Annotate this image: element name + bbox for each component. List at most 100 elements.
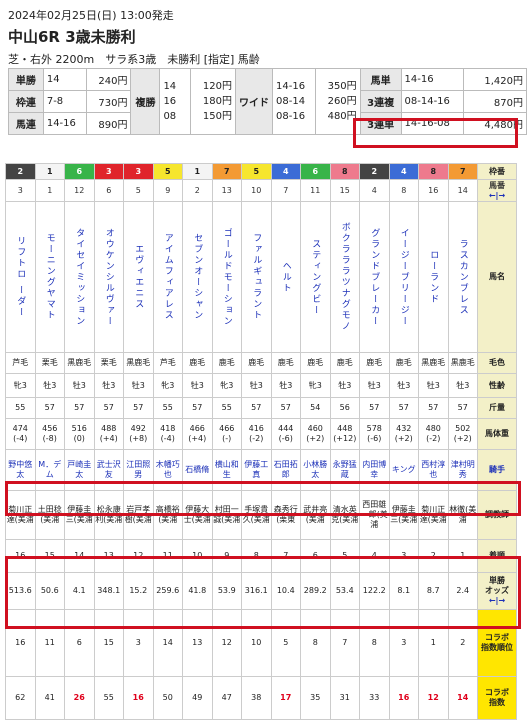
jockey-name[interactable]: 木幡巧也	[152, 449, 183, 491]
horse-name[interactable]: タイセイミッション	[64, 201, 95, 353]
jockey-name[interactable]: 伊藤工真	[241, 449, 272, 491]
horse-name[interactable]: ファルギュラント	[241, 201, 272, 353]
horse-number: 2	[182, 179, 213, 202]
coat-color: 芦毛	[5, 352, 36, 374]
odds-sort-arrows[interactable]: ←|→	[479, 596, 516, 606]
label-collab-rank: コラボ 指数順位	[477, 609, 517, 677]
trainer-name: 清水英克(美浦	[329, 490, 360, 540]
finish-position: 16	[5, 539, 36, 573]
collab-score: 49	[182, 676, 213, 720]
trainer-name: 村田一誠(美浦	[211, 490, 242, 540]
trainer-name: 武井亮(美浦	[300, 490, 331, 540]
horse-name[interactable]: スティングビー	[300, 201, 331, 353]
coat-color: 栗毛	[93, 352, 124, 374]
body-weight: 444 (-6)	[270, 418, 301, 450]
waku-number: 5	[152, 163, 183, 180]
collab-rank: 3	[388, 609, 419, 677]
jockey-name[interactable]: 内田博幸	[359, 449, 390, 491]
waku-number: 1	[182, 163, 213, 180]
coat-color: 鹿毛	[300, 352, 331, 374]
carried-weight: 57	[182, 397, 213, 419]
label-weight: 斤量	[477, 397, 517, 419]
sort-arrows[interactable]: ←|→	[479, 191, 516, 201]
sex-age: 牡3	[270, 373, 301, 398]
sex-age: 牡3	[93, 373, 124, 398]
sex-age: 牡3	[64, 373, 95, 398]
collab-score: 41	[34, 676, 65, 720]
sanrentan-combo: 14-16-08	[400, 112, 465, 135]
collab-score: 14	[447, 676, 478, 720]
carried-weight: 57	[359, 397, 390, 419]
label-name: 馬名	[477, 201, 517, 353]
horse-number: 16	[418, 179, 449, 202]
label-finish: 着順	[477, 539, 517, 573]
payout-table: 単勝 14 240円 複勝 14 16 08 120円 180円 150円 ワイド 14…	[8, 68, 527, 135]
jockey-name[interactable]: 石田拓郎	[270, 449, 301, 491]
carried-weight: 57	[447, 397, 478, 419]
race-title: 中山6R 3歳未勝利	[8, 28, 136, 46]
horse-name[interactable]: リフトロ ーダー	[5, 201, 36, 353]
horse-name[interactable]: ヘルト	[270, 201, 301, 353]
horse-name[interactable]: ローランド	[418, 201, 449, 353]
horse-name[interactable]: ゴールドモーション	[211, 201, 242, 353]
sex-age: 牡3	[34, 373, 65, 398]
jockey-name[interactable]: 小林勝太	[300, 449, 331, 491]
collab-score: 47	[211, 676, 242, 720]
waku-number: 6	[64, 163, 95, 180]
carried-weight: 57	[388, 397, 419, 419]
body-weight: 480 (-2)	[418, 418, 449, 450]
horse-name[interactable]: グランドブレーカー	[359, 201, 390, 353]
win-odds: 122.2	[359, 572, 390, 610]
sex-age: 牡3	[447, 373, 478, 398]
wakuren-combo: 7-8	[42, 90, 87, 113]
finish-position: 1	[447, 539, 478, 573]
body-weight: 448 (+12)	[329, 418, 360, 450]
horse-name[interactable]: エヴィエニス	[123, 201, 154, 353]
finish-position: 5	[329, 539, 360, 573]
horse-number: 15	[329, 179, 360, 202]
collab-score: 16	[123, 676, 154, 720]
horse-name[interactable]: オウケンシルヴァー	[93, 201, 124, 353]
horse-number: 12	[64, 179, 95, 202]
fukusho-amounts: 120円 180円 150円	[190, 68, 237, 135]
jockey-name[interactable]: 横山和生	[211, 449, 242, 491]
jockey-name[interactable]: M．デム	[34, 449, 65, 491]
body-weight: 432 (+2)	[388, 418, 419, 450]
jockey-name[interactable]: 石橋脩	[182, 449, 213, 491]
horse-name[interactable]: アイムフィアレス	[152, 201, 183, 353]
sex-age: 牡3	[182, 373, 213, 398]
horse-name[interactable]: セブンオーシャン	[182, 201, 213, 353]
horse-name[interactable]: ラスカンブレス	[447, 201, 478, 353]
waku-number: 5	[241, 163, 272, 180]
win-odds: 41.8	[182, 572, 213, 610]
horse-number: 6	[93, 179, 124, 202]
coat-color: 鹿毛	[359, 352, 390, 374]
horse-name[interactable]: ボクラララツナグモノ	[329, 201, 360, 353]
coat-color: 黒鹿毛	[123, 352, 154, 374]
collab-rank: 15	[93, 609, 124, 677]
horse-name[interactable]: モーニングヤマト	[34, 201, 65, 353]
sanrenpuku-label: 3連複	[359, 90, 402, 113]
jockey-name[interactable]: 西村淳也	[418, 449, 449, 491]
body-weight: 578 (-6)	[359, 418, 390, 450]
waku-number: 4	[388, 163, 419, 180]
sex-age: 牝3	[211, 373, 242, 398]
jockey-name[interactable]: キング	[388, 449, 419, 491]
body-weight: 416 (-2)	[241, 418, 272, 450]
win-odds: 289.2	[300, 572, 331, 610]
jockey-name[interactable]: 津村明秀	[447, 449, 478, 491]
horse-name[interactable]: イージーブリージー	[388, 201, 419, 353]
label-coat: 毛色	[477, 352, 517, 374]
finish-position: 8	[241, 539, 272, 573]
trainer-name: 伊藤圭三(美浦	[64, 490, 95, 540]
jockey-name[interactable]: 戸崎圭太	[64, 449, 95, 491]
collab-rank: 3	[123, 609, 154, 677]
tansho-combo: 14	[42, 68, 87, 91]
jockey-name[interactable]: 野中悠太	[5, 449, 36, 491]
wide-amounts: 350円 260円 480円	[314, 68, 361, 135]
finish-position: 10	[182, 539, 213, 573]
jockey-name[interactable]: 武士沢友	[93, 449, 124, 491]
jockey-name[interactable]: 永野猛蔵	[329, 449, 360, 491]
jockey-name[interactable]: 江田照男	[123, 449, 154, 491]
sanrentan-label: 3連単	[359, 112, 402, 135]
